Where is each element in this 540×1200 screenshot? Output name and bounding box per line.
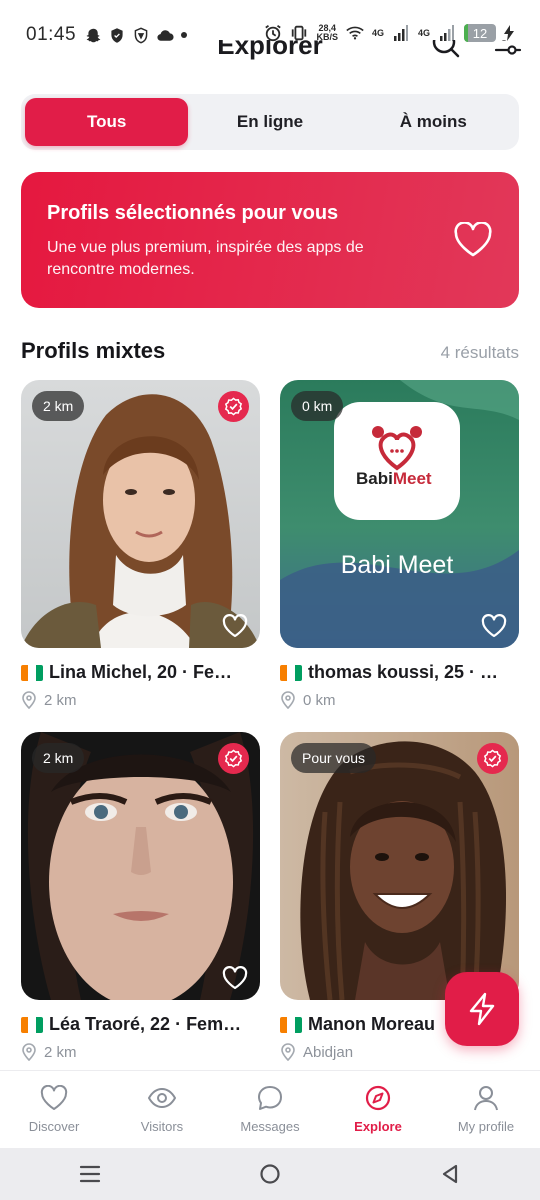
location-pin-icon	[22, 691, 36, 709]
section-title: Profils mixtes	[21, 338, 166, 363]
system-nav-bar	[0, 1148, 540, 1200]
heart-icon	[40, 1085, 68, 1110]
like-heart-icon[interactable]	[481, 614, 507, 638]
profile-name-text: Léa Traoré, 22 · Fem…	[49, 1014, 242, 1034]
promo-banner[interactable]: Profils sélectionnés pour vous Une vue p…	[21, 172, 519, 308]
profile-name: Lina Michel, 20 · Fe…	[21, 662, 260, 683]
profile-location: 0 km	[280, 691, 519, 709]
chat-bubble-icon	[258, 1086, 282, 1110]
profile-name: thomas koussi, 25 · …	[280, 662, 519, 683]
nav-explore[interactable]: Explore	[324, 1071, 432, 1148]
flag-icon	[280, 664, 302, 681]
nav-label: Discover	[28, 1119, 80, 1134]
location-pin-icon	[22, 1043, 36, 1061]
menu-icon[interactable]	[75, 1159, 105, 1189]
nav-visitors[interactable]: Visitors	[108, 1071, 216, 1148]
like-heart-icon[interactable]	[222, 614, 248, 638]
bottom-nav: Discover Visitors Messages Explore My pr…	[0, 1070, 540, 1148]
location-text: 2 km	[44, 691, 77, 709]
user-icon	[474, 1086, 498, 1111]
profile-photo[interactable]: 2 km	[21, 380, 260, 648]
verified-badge-icon	[218, 391, 249, 422]
profile-photo[interactable]: 2 km	[21, 732, 260, 1000]
profile-name-text: Manon Moreau	[308, 1014, 436, 1034]
location-text: Abidjan	[303, 1043, 354, 1061]
like-heart-icon[interactable]	[222, 966, 248, 990]
tab-all[interactable]: Tous	[25, 98, 189, 146]
profile-card[interactable]: BabiMeet Babi Meet 0 km thomas koussi, 2…	[280, 380, 519, 709]
compass-icon	[365, 1085, 391, 1111]
flag-icon	[21, 664, 43, 681]
nav-label: Messages	[240, 1119, 300, 1134]
flag-icon	[280, 1016, 302, 1033]
location-text: 2 km	[44, 1043, 77, 1061]
eye-icon	[148, 1087, 176, 1109]
profile-name: Léa Traoré, 22 · Fem…	[21, 1014, 260, 1035]
results-count: 4 résultats	[440, 343, 519, 362]
profile-name-text: Lina Michel, 20 · Fe…	[49, 662, 233, 682]
tab-nearby[interactable]: À moins	[352, 98, 515, 146]
location-pin-icon	[281, 691, 295, 709]
location-text: 0 km	[303, 691, 336, 709]
header: Explorer	[0, 40, 540, 74]
verified-badge-icon	[218, 743, 249, 774]
tab-online[interactable]: En ligne	[188, 98, 351, 146]
home-icon[interactable]	[255, 1159, 285, 1189]
location-pin-icon	[281, 1043, 295, 1061]
profile-name-text: thomas koussi, 25 · …	[308, 662, 499, 682]
nav-messages[interactable]: Messages	[216, 1071, 324, 1148]
nav-my-profile[interactable]: My profile	[432, 1071, 540, 1148]
verified-badge-icon	[477, 743, 508, 774]
promo-title: Profils sélectionnés pour vous	[47, 202, 339, 224]
signal-1-label: 4G	[371, 28, 384, 38]
promo-subtitle: Une vue plus premium, inspirée des apps …	[47, 239, 364, 278]
boost-fab-button[interactable]	[445, 972, 519, 1046]
battery-level: 12	[472, 25, 488, 41]
search-icon[interactable]	[430, 40, 462, 62]
profile-card[interactable]: 2 km Lina Michel, 20 · Fe… 2 km	[21, 380, 260, 709]
profile-location: 2 km	[21, 1043, 260, 1061]
nav-discover[interactable]: Discover	[0, 1071, 108, 1148]
nav-label: Visitors	[140, 1119, 184, 1134]
nav-label: Explore	[354, 1119, 402, 1134]
profile-photo[interactable]: BabiMeet Babi Meet 0 km	[280, 380, 519, 648]
for-you-badge: Pour vous	[291, 743, 377, 773]
profile-card[interactable]: 2 km Léa Traoré, 22 · Fem… 2 km	[21, 732, 260, 1061]
nav-label: My profile	[457, 1119, 515, 1134]
distance-badge: 0 km	[291, 391, 344, 421]
profile-location: 2 km	[21, 691, 260, 709]
brand-logo-text: BabiMeet	[356, 469, 432, 488]
signal-2-label: 4G	[417, 28, 430, 38]
heart-icon	[453, 221, 493, 258]
filter-icon[interactable]	[494, 40, 522, 62]
distance-badge: 2 km	[32, 743, 85, 773]
profile-photo[interactable]: Pour vous	[280, 732, 519, 1000]
photo-caption: Babi Meet	[341, 551, 454, 579]
flag-icon	[21, 1016, 43, 1033]
distance-badge: 2 km	[32, 391, 85, 421]
lightning-icon	[469, 992, 495, 1026]
back-icon[interactable]	[435, 1159, 465, 1189]
filter-tabs: Tous En ligne À moins	[21, 94, 519, 150]
